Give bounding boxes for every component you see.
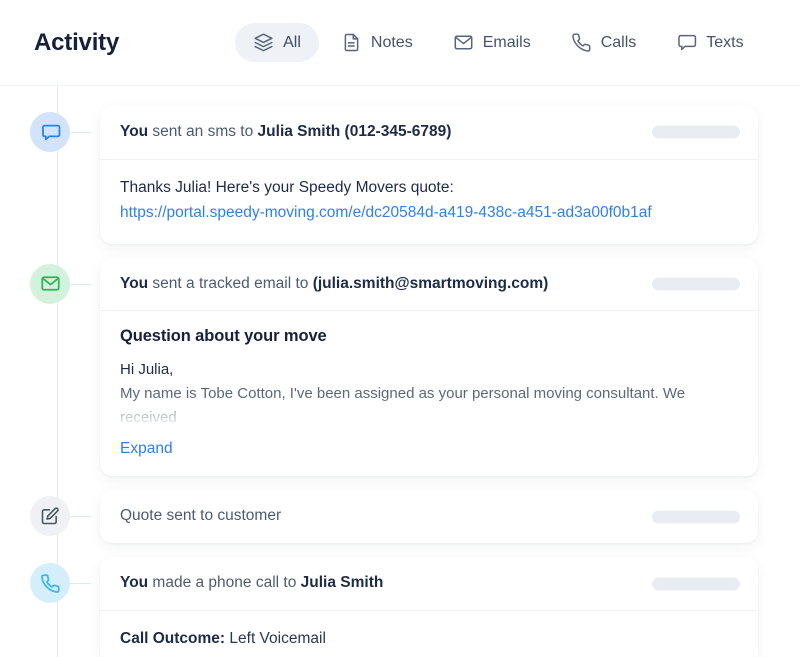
activity-card-call: You made a phone call to Julia Smith Cal… <box>100 557 758 657</box>
activity-item-call: You made a phone call to Julia Smith Cal… <box>0 557 800 657</box>
activity-timeline: You sent an sms to Julia Smith (012-345-… <box>0 86 800 657</box>
email-action: sent a tracked email to <box>148 274 313 292</box>
tab-all-label: All <box>283 33 301 51</box>
tab-emails[interactable]: Emails <box>435 23 549 62</box>
expand-link[interactable]: Expand <box>120 440 173 458</box>
activity-item-email: You sent a tracked email to (julia.smith… <box>0 257 800 477</box>
card-header: You made a phone call to Julia Smith <box>100 557 758 612</box>
tab-calls-label: Calls <box>600 33 637 51</box>
card-header: You sent an sms to Julia Smith (012-345-… <box>100 106 758 160</box>
tab-calls[interactable]: Calls <box>553 23 655 62</box>
phone-icon <box>30 563 70 604</box>
timeline-bullet-wrap <box>0 258 100 304</box>
call-action: made a phone call to <box>148 574 301 592</box>
tab-emails-label: Emails <box>482 33 531 51</box>
sms-actor: You <box>120 123 149 140</box>
activity-body: You sent an sms to Julia Smith (012-345-… <box>0 86 800 657</box>
tab-texts-label: Texts <box>706 33 744 51</box>
timestamp-placeholder <box>652 125 740 139</box>
call-outcome: Call Outcome: Left Voicemail <box>120 627 738 650</box>
call-outcome-value: Left Voicemail <box>229 630 326 648</box>
sms-header-text: You sent an sms to Julia Smith (012-345-… <box>120 122 451 143</box>
note-text: Quote sent to customer <box>120 507 282 525</box>
timeline-bullet-wrap <box>0 557 100 604</box>
email-body: Question about your move Hi Julia, My na… <box>100 311 758 476</box>
tab-notes-label: Notes <box>370 33 413 51</box>
email-target: (julia.smith@smartmoving.com) <box>312 274 549 292</box>
sms-body: Thanks Julia! Here's your Speedy Movers … <box>100 160 758 244</box>
envelope-icon <box>30 263 70 304</box>
timestamp-placeholder <box>652 577 740 591</box>
activity-item-sms: You sent an sms to Julia Smith (012-345-… <box>0 106 800 244</box>
sms-message: Thanks Julia! Here's your Speedy Movers … <box>120 178 454 196</box>
tab-texts[interactable]: Texts <box>658 23 761 62</box>
email-subject: Question about your move <box>120 327 327 346</box>
chat-bubble-icon <box>30 112 70 152</box>
timeline-bullet-wrap <box>0 490 100 537</box>
document-icon <box>341 32 362 53</box>
card-header: Quote sent to customer <box>100 490 758 543</box>
email-preview: Hi Julia, My name is Tobe Cotton, I've b… <box>120 358 738 430</box>
edit-square-icon <box>30 496 70 537</box>
sms-target: Julia Smith (012-345-6789) <box>257 123 452 140</box>
timestamp-placeholder <box>652 277 740 291</box>
activity-filter-tabs: All Notes Emails Calls Texts <box>235 23 762 62</box>
envelope-icon <box>453 32 474 53</box>
email-greeting: Hi Julia, <box>120 361 174 379</box>
tab-all[interactable]: All <box>235 23 319 62</box>
phone-icon <box>571 32 592 53</box>
timestamp-placeholder <box>652 510 740 524</box>
call-outcome-label: Call Outcome: <box>120 630 226 648</box>
email-header-text: You sent a tracked email to (julia.smith… <box>120 274 548 295</box>
activity-card-email: You sent a tracked email to (julia.smith… <box>100 257 758 477</box>
sms-quote-link[interactable]: https://portal.speedy-moving.com/e/dc205… <box>120 201 652 226</box>
page-title: Activity <box>34 28 120 56</box>
tab-notes[interactable]: Notes <box>323 23 431 62</box>
email-actor: You <box>120 274 149 292</box>
call-body: Call Outcome: Left Voicemail <box>100 611 758 657</box>
sms-action: sent an sms to <box>148 123 258 140</box>
card-header: You sent a tracked email to (julia.smith… <box>100 258 758 312</box>
activity-panel: Activity All Notes Emails Calls Texts Yo… <box>0 0 800 657</box>
email-body-line-1: My name is Tobe Cotton, I've been assign… <box>120 385 686 427</box>
activity-card-note: Quote sent to customer <box>100 490 758 544</box>
panel-header: Activity All Notes Emails Calls Texts <box>0 0 800 86</box>
call-target: Julia Smith <box>300 574 384 592</box>
call-header-text: You made a phone call to Julia Smith <box>120 573 383 594</box>
activity-item-note: Quote sent to customer <box>0 490 800 544</box>
call-actor: You <box>120 574 149 592</box>
timeline-bullet-wrap <box>0 106 100 152</box>
layers-icon <box>253 32 274 53</box>
chat-bubble-icon <box>676 32 697 53</box>
activity-card-sms: You sent an sms to Julia Smith (012-345-… <box>100 106 758 244</box>
